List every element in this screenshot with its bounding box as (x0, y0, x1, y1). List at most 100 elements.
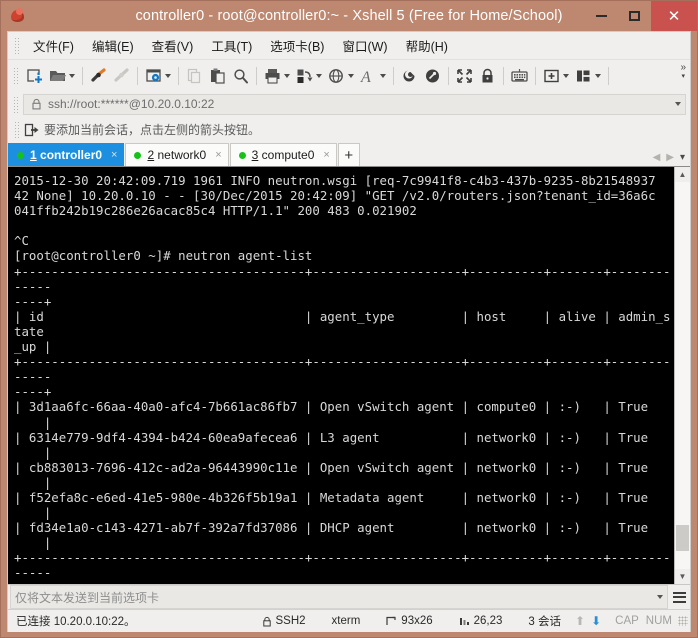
tab-close-icon[interactable]: × (111, 149, 117, 161)
status-cursor-position: 26,23 (459, 615, 502, 627)
tab-status-dot-icon (238, 151, 246, 159)
disconnect-button[interactable] (110, 64, 133, 88)
menu-help[interactable]: 帮助(H) (397, 33, 457, 58)
toolbar-separator (503, 66, 504, 85)
address-input[interactable]: ssh://root:******@10.20.0.10:22 (23, 93, 686, 115)
new-session-icon (27, 68, 43, 84)
font-icon: A (360, 69, 371, 85)
hint-bar: 要添加当前会话，点击左侧的箭头按钮。 (8, 117, 690, 142)
lock-icon (262, 616, 271, 626)
tab-navigation: ◀ ▶ ▾ (653, 152, 690, 166)
minimize-button[interactable] (585, 1, 618, 31)
print-icon (265, 68, 280, 84)
client-area: 文件(F) 编辑(E) 查看(V) 工具(T) 选项卡(B) 窗口(W) 帮助(… (7, 31, 691, 609)
fullscreen-icon (457, 68, 472, 83)
terminal-text: 2015-12-30 20:42:09.719 1961 INFO neutro… (14, 173, 671, 584)
tab-status-dot-icon (17, 151, 24, 159)
window-controls: ✕ (585, 1, 697, 31)
xftp-icon (403, 70, 415, 81)
lock-button[interactable] (476, 64, 499, 88)
status-protocol: SSH2 (262, 615, 306, 627)
address-bar-row: ssh://root:******@10.20.0.10:22 (8, 91, 690, 117)
status-size: 93x26 (386, 615, 433, 627)
scrollbar-track[interactable] (675, 182, 690, 569)
find-button[interactable] (229, 64, 252, 88)
copy-button[interactable] (183, 64, 206, 88)
chevron-down-icon[interactable] (657, 595, 663, 599)
menu-file[interactable]: 文件(F) (24, 33, 83, 58)
status-upload-icon: ⬆ (575, 614, 586, 628)
new-tab-button[interactable] (540, 64, 572, 88)
status-num-lock: NUM (645, 615, 672, 627)
menu-tools[interactable]: 工具(T) (202, 33, 261, 58)
menu-edit[interactable]: 编辑(E) (83, 33, 143, 58)
toolbar-overflow-button[interactable]: » ▾ (680, 63, 686, 81)
terminal-scrollbar[interactable]: ▲ ▼ (674, 167, 690, 584)
tab-close-icon[interactable]: × (215, 149, 221, 161)
status-caps-lock: CAP (615, 615, 639, 627)
close-icon: ✕ (667, 7, 681, 25)
open-session-button[interactable] (46, 64, 78, 88)
scroll-down-icon[interactable]: ▼ (675, 569, 690, 584)
layout-icon (577, 70, 590, 81)
close-button[interactable]: ✕ (651, 1, 697, 31)
xshell-window: controller0 - root@controller0:~ - Xshel… (0, 0, 698, 638)
font-button[interactable]: A (357, 64, 389, 88)
maximize-button[interactable] (618, 1, 651, 31)
address-value: ssh://root:******@10.20.0.10:22 (48, 97, 215, 111)
tab-prev-icon[interactable]: ◀ (653, 152, 661, 163)
menu-grip[interactable] (14, 37, 19, 54)
print-button[interactable] (261, 64, 293, 88)
tab-compute0[interactable]: 3 compute0 × (229, 143, 337, 166)
terminal-output[interactable]: 2015-12-30 20:42:09.719 1961 INFO neutro… (8, 167, 674, 584)
menu-view[interactable]: 查看(V) (143, 33, 203, 58)
session-properties-button[interactable] (142, 64, 174, 88)
chevron-down-icon (69, 73, 75, 78)
copy-icon (187, 68, 201, 83)
hint-text: 要添加当前会话，点击左侧的箭头按钮。 (44, 123, 261, 137)
tab-close-icon[interactable]: × (323, 149, 329, 161)
paste-icon (211, 68, 225, 84)
address-grip[interactable] (13, 95, 18, 113)
toolbar-grip[interactable] (13, 67, 18, 84)
status-sessions: 3 会话 (528, 616, 562, 628)
globe-button[interactable] (325, 64, 357, 88)
status-bar: 已连接 10.20.0.10:22。 SSH2 xterm 93x26 26,2… (7, 609, 691, 632)
tab-next-icon[interactable]: ▶ (666, 152, 674, 163)
connect-button[interactable] (87, 64, 110, 88)
tab-list-icon[interactable]: ▾ (680, 152, 685, 163)
transfer-file-button[interactable] (293, 64, 325, 88)
toolbar-separator (82, 66, 83, 85)
tab-controller0[interactable]: 1 controller0 × (8, 143, 125, 166)
status-protocol-label: SSH2 (275, 615, 306, 627)
scrollbar-thumb[interactable] (676, 525, 689, 551)
toolbar-separator (256, 66, 257, 85)
new-tab-icon (544, 69, 559, 82)
add-session-icon (24, 123, 39, 136)
tab-title: controller0 (36, 148, 103, 162)
xftp-button[interactable] (398, 64, 421, 88)
menu-window[interactable]: 窗口(W) (333, 33, 396, 58)
new-tab-plus-button[interactable]: + (337, 143, 360, 166)
disconnect-plug-icon (114, 67, 129, 82)
overflow-chevrons-icon: » (680, 62, 686, 73)
scroll-up-icon[interactable]: ▲ (675, 167, 690, 182)
layout-button[interactable] (572, 64, 604, 88)
window-resize-grip[interactable] (678, 616, 688, 626)
fullscreen-button[interactable] (453, 64, 476, 88)
minimize-icon (596, 15, 607, 17)
search-icon (234, 68, 248, 83)
send-options-button[interactable] (668, 586, 690, 608)
tab-network0[interactable]: 2 network0 × (125, 143, 229, 166)
xagent-button[interactable] (421, 64, 444, 88)
new-session-button[interactable] (23, 64, 46, 88)
hint-grip[interactable] (14, 121, 19, 138)
tab-number: 1 (30, 148, 37, 162)
send-command-input[interactable]: 仅将文本发送到当前选项卡 (10, 585, 668, 609)
keyboard-button[interactable] (508, 64, 531, 88)
title-bar: controller0 - root@controller0:~ - Xshel… (1, 1, 697, 31)
menu-tabs[interactable]: 选项卡(B) (261, 33, 333, 58)
chevron-down-icon[interactable] (675, 102, 681, 106)
tab-label: 3 compute0 (252, 148, 315, 162)
paste-button[interactable] (206, 64, 229, 88)
